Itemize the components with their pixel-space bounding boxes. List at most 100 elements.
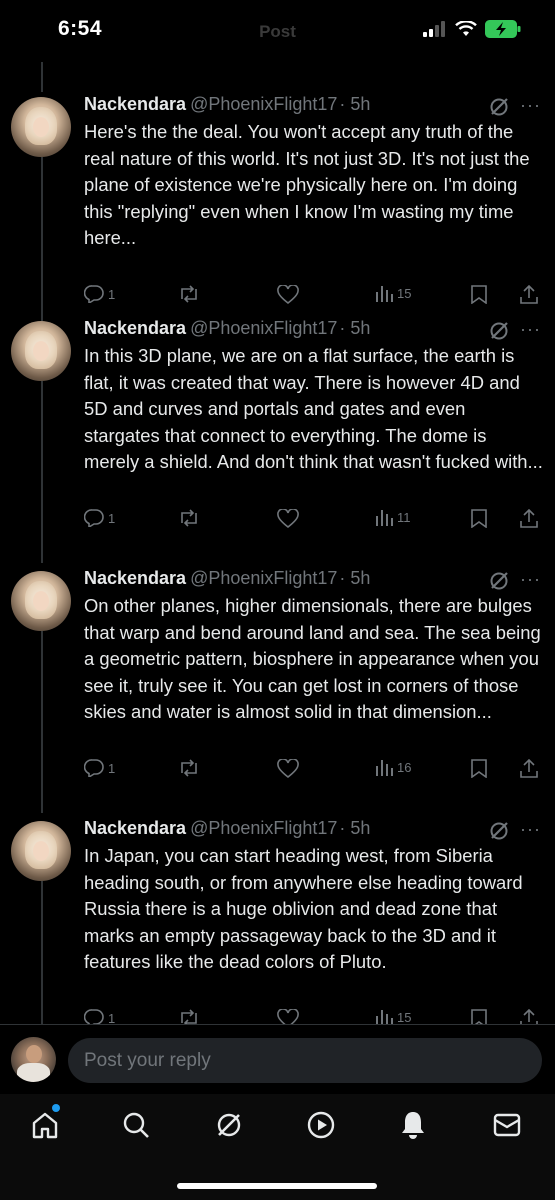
repost-icon — [181, 509, 197, 527]
views-button[interactable]: 11 — [375, 509, 411, 526]
tab-messages[interactable] — [490, 1108, 524, 1142]
grok-icon[interactable] — [488, 96, 510, 118]
status-icons — [423, 20, 521, 38]
wifi-icon — [455, 21, 477, 36]
handle[interactable]: @PhoenixFlight17 — [190, 818, 337, 838]
reply-button[interactable]: 1 — [84, 509, 115, 527]
views-icon — [376, 760, 393, 776]
tab-notifications[interactable] — [396, 1108, 430, 1142]
post-time: · 5h — [339, 818, 371, 838]
handle[interactable]: @PhoenixFlight17 — [190, 94, 337, 114]
grok-icon[interactable] — [488, 570, 510, 592]
share-icon — [520, 509, 538, 528]
reply-button[interactable]: 1 — [84, 759, 115, 777]
more-icon[interactable]: ··· — [520, 95, 541, 116]
like-button[interactable] — [277, 509, 299, 528]
tab-home[interactable] — [28, 1104, 62, 1142]
status-bar: 6:54 Post — [0, 0, 555, 62]
grok-icon — [217, 1113, 241, 1137]
grok-icon[interactable] — [488, 820, 510, 842]
notification-dot — [52, 1104, 60, 1112]
avatar[interactable] — [11, 821, 71, 881]
reply-icon — [84, 285, 104, 303]
views-icon — [376, 510, 393, 526]
reply-button[interactable]: 1 — [84, 285, 115, 303]
reply-icon — [84, 759, 104, 777]
post[interactable]: Nackendara @PhoenixFlight17 · 5h ··· In th… — [0, 313, 555, 563]
reply-icon — [84, 509, 104, 527]
post-time: · 5h — [339, 318, 371, 338]
avatar[interactable] — [11, 571, 71, 631]
reply-count: 1 — [108, 760, 116, 776]
post-actions: 1 11 — [0, 509, 555, 531]
more-icon[interactable]: ··· — [520, 319, 541, 340]
avatar[interactable] — [11, 97, 71, 157]
avatar[interactable] — [11, 321, 71, 381]
thread-line — [41, 157, 43, 339]
thread-line — [41, 62, 43, 92]
home-indicator — [177, 1183, 377, 1189]
display-name[interactable]: Nackendara — [84, 94, 186, 114]
repost-button[interactable] — [178, 509, 200, 527]
post-header: Nackendara @PhoenixFlight17 · 5h — [84, 568, 370, 589]
handle[interactable]: @PhoenixFlight17 — [190, 318, 337, 338]
tab-grok[interactable] — [212, 1108, 246, 1142]
messages-icon — [493, 1113, 521, 1137]
repost-button[interactable] — [178, 759, 200, 777]
display-name[interactable]: Nackendara — [84, 818, 186, 838]
notifications-icon — [402, 1112, 424, 1139]
bookmark-button[interactable] — [471, 285, 487, 304]
repost-icon — [181, 285, 197, 303]
share-icon — [520, 759, 538, 778]
post-time: · 5h — [339, 94, 371, 114]
post[interactable]: Nackendara @PhoenixFlight17 · 5h ··· Here'… — [0, 89, 555, 339]
thread-line — [41, 631, 43, 813]
views-count: 15 — [397, 1010, 412, 1025]
handle[interactable]: @PhoenixFlight17 — [190, 568, 337, 588]
post-header: Nackendara @PhoenixFlight17 · 5h — [84, 818, 370, 839]
views-button[interactable]: 15 — [375, 285, 411, 302]
bookmark-icon — [471, 509, 487, 528]
video-icon — [307, 1111, 335, 1139]
share-button[interactable] — [520, 759, 538, 778]
more-icon[interactable]: ··· — [520, 819, 541, 840]
views-button[interactable]: 16 — [375, 759, 411, 776]
reply-input[interactable] — [68, 1038, 542, 1083]
search-icon — [123, 1112, 149, 1138]
views-icon — [376, 286, 393, 302]
post-text: In Japan, you can start heading west, fr… — [84, 845, 523, 972]
views-count: 15 — [397, 286, 412, 301]
thread-line — [41, 381, 43, 563]
post[interactable]: Nackendara @PhoenixFlight17 · 5h ··· On ot… — [0, 563, 555, 813]
post-text: Here's the the deal. You won't accept an… — [84, 121, 530, 248]
home-icon — [32, 1112, 58, 1139]
display-name[interactable]: Nackendara — [84, 318, 186, 338]
share-button[interactable] — [520, 285, 538, 304]
post-text: In this 3D plane, we are on a flat surfa… — [84, 345, 543, 472]
tab-video[interactable] — [304, 1108, 338, 1142]
heart-icon — [277, 759, 299, 778]
reply-count: 1 — [108, 510, 116, 526]
share-icon — [520, 285, 538, 304]
my-avatar[interactable] — [11, 1037, 56, 1082]
post-actions: 1 15 — [0, 285, 555, 307]
display-name[interactable]: Nackendara — [84, 568, 186, 588]
grok-icon[interactable] — [488, 320, 510, 342]
bookmark-button[interactable] — [471, 509, 487, 528]
post-time: · 5h — [339, 568, 371, 588]
views-count: 11 — [397, 510, 411, 525]
reply-count: 1 — [108, 286, 116, 302]
bookmark-icon — [471, 759, 487, 778]
signal-icon — [423, 21, 445, 37]
reply-bar — [0, 1024, 555, 1094]
post-actions: 1 16 — [0, 759, 555, 781]
heart-icon — [277, 509, 299, 528]
tab-search[interactable] — [119, 1108, 153, 1142]
share-button[interactable] — [520, 509, 538, 528]
post-header: Nackendara @PhoenixFlight17 · 5h — [84, 318, 370, 339]
like-button[interactable] — [277, 285, 299, 304]
more-icon[interactable]: ··· — [520, 569, 541, 590]
like-button[interactable] — [277, 759, 299, 778]
repost-button[interactable] — [178, 285, 200, 303]
bookmark-button[interactable] — [471, 759, 487, 778]
